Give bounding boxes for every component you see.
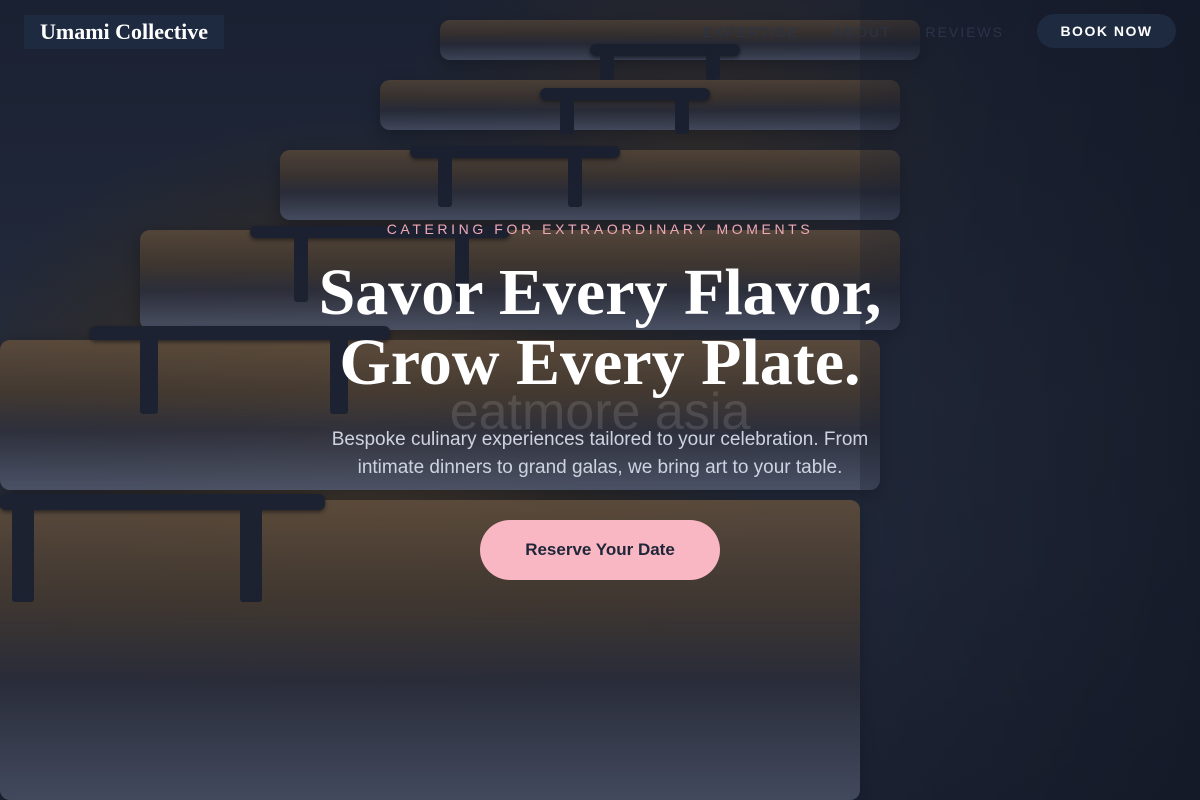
reserve-date-button[interactable]: Reserve Your Date <box>480 520 720 580</box>
hero-subtitle-line-1: Bespoke culinary experiences tailored to… <box>331 429 869 450</box>
hero-headline-line-1: Savor Every Flavor, <box>318 256 882 329</box>
hero-eyebrow: CATERING FOR EXTRAORDINARY MOMENTS <box>386 221 814 237</box>
hero-headline: Savor Every Flavor, Grow Every Plate. <box>0 258 1200 398</box>
hero-subtitle-line-2: intimate dinners to grand galas, we brin… <box>357 457 843 478</box>
hero-section: CATERING FOR EXTRAORDINARY MOMENTS eatmo… <box>0 0 1200 800</box>
hero-subtitle: Bespoke culinary experiences tailored to… <box>290 426 910 482</box>
hero-headline-line-2: Grow Every Plate. <box>339 326 861 399</box>
